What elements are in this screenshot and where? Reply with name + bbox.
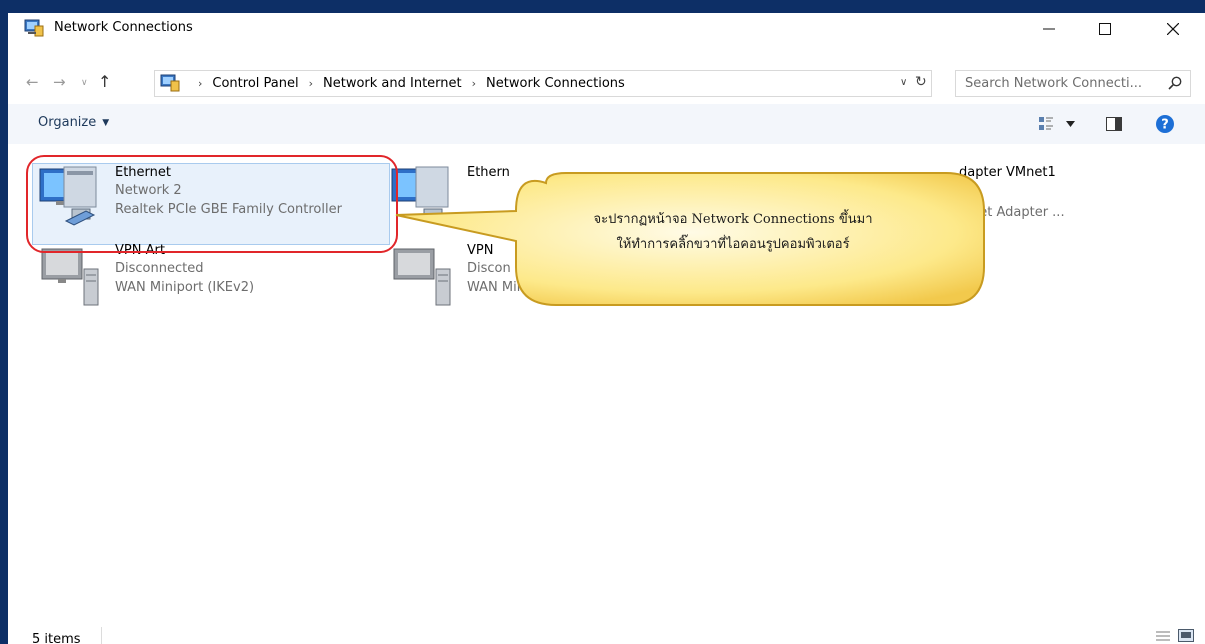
breadcrumb-network-and-internet[interactable]: Network and Internet — [323, 76, 462, 91]
address-dropdown-chevron-icon[interactable]: ∨ — [900, 77, 907, 88]
search-icon[interactable] — [1168, 76, 1182, 90]
minimize-button[interactable] — [1026, 13, 1072, 44]
close-icon — [1167, 22, 1179, 35]
help-icon[interactable]: ? — [1156, 115, 1174, 133]
maximize-icon — [1099, 22, 1111, 35]
up-arrow-icon[interactable]: ↑ — [98, 72, 111, 91]
minimize-icon — [1043, 28, 1055, 29]
control-panel-location-icon — [160, 74, 180, 92]
search-box[interactable]: Search Network Connecti... — [955, 70, 1191, 97]
organize-menu-button[interactable]: Organize ▼ — [38, 115, 109, 130]
forward-arrow-icon[interactable]: → — [53, 73, 66, 91]
breadcrumb-control-panel[interactable]: Control Panel — [212, 76, 298, 91]
callout-line-1: จะปรากฏหน้าจอ Network Connections ขึ้นมา — [593, 212, 873, 227]
back-arrow-icon[interactable]: ← — [26, 73, 39, 91]
details-view-icon[interactable] — [1156, 630, 1170, 642]
command-bar: Organize ▼ ? — [8, 104, 1205, 144]
connection-device: WAN Miniport (IKEv2) — [115, 280, 255, 295]
title-bar[interactable]: Network Connections — [8, 13, 1205, 44]
breadcrumb-separator-icon[interactable]: › — [472, 77, 476, 90]
preview-pane-icon[interactable] — [1106, 117, 1122, 131]
maximize-button[interactable] — [1082, 13, 1128, 44]
close-button[interactable] — [1150, 13, 1196, 44]
status-bar: 5 items — [8, 622, 1205, 644]
breadcrumb-separator-icon[interactable]: › — [309, 77, 313, 90]
svg-text:?: ? — [1161, 118, 1169, 133]
item-count: 5 items — [32, 632, 81, 644]
breadcrumb-network-connections[interactable]: Network Connections — [486, 76, 625, 91]
network-connections-window: Network Connections ← → ∨ ↑ › Control Pa… — [0, 0, 1205, 644]
organize-label: Organize — [38, 115, 97, 130]
search-placeholder[interactable]: Search Network Connecti... — [965, 76, 1142, 91]
breadcrumb-separator-icon[interactable]: › — [198, 77, 202, 90]
view-options-caret-icon[interactable] — [1066, 121, 1075, 127]
annotation-highlight-ring — [26, 155, 398, 253]
window-title: Network Connections — [54, 20, 193, 35]
connection-status: Disconnected — [115, 261, 204, 276]
breadcrumb: › Control Panel › Network and Internet ›… — [188, 76, 625, 91]
organize-caret-icon: ▼ — [102, 117, 110, 128]
large-icons-view-icon[interactable] — [1178, 629, 1194, 642]
connection-item-vpn-art[interactable]: VPN Art Disconnected WAN Miniport (IKEv2… — [36, 243, 386, 319]
navigation-bar: ← → ∨ ↑ › Control Panel › Network and In… — [8, 69, 1205, 100]
status-divider — [101, 627, 102, 644]
network-connections-app-icon — [24, 19, 44, 37]
callout-text: จะปรากฏหน้าจอ Network Connections ขึ้นมา… — [508, 207, 958, 257]
recent-locations-chevron-icon[interactable]: ∨ — [81, 78, 88, 88]
callout-line-2: ให้ทำการคลิ๊กขวาที่ไอคอนรูปคอมพิวเตอร์ — [616, 237, 850, 252]
address-bar[interactable]: › Control Panel › Network and Internet ›… — [154, 70, 932, 97]
refresh-icon[interactable]: ↻ — [915, 74, 927, 90]
change-view-icon[interactable] — [1038, 116, 1054, 132]
